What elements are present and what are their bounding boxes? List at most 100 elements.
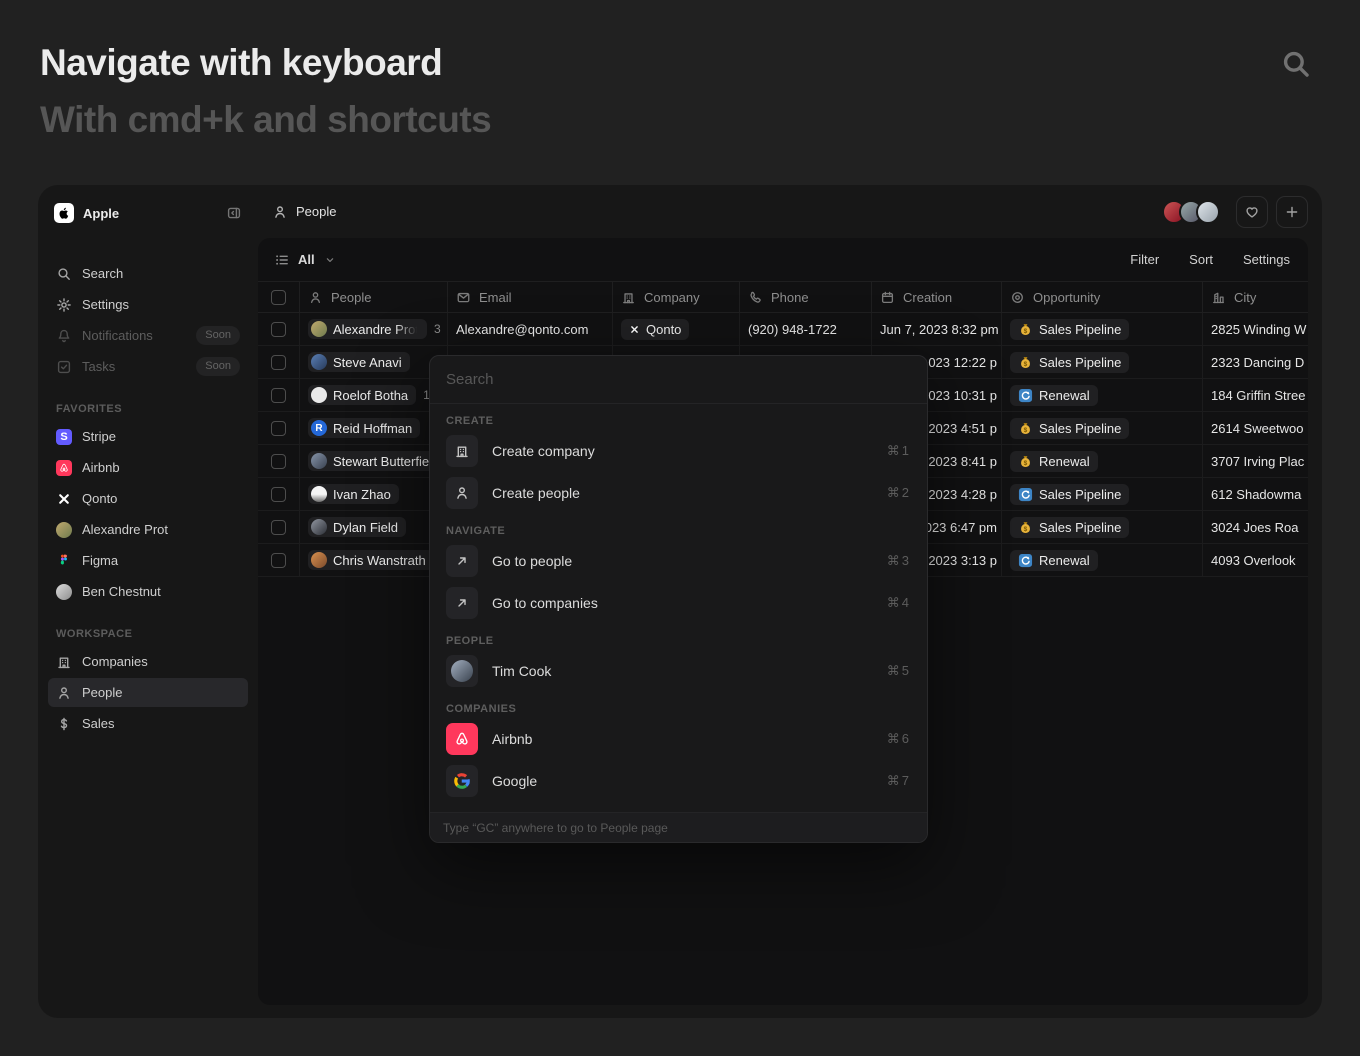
table-row[interactable]: Alexandre Prot 3 Alexandre@qonto.com Qont… (258, 313, 1308, 346)
email-cell[interactable]: Alexandre@qonto.com (448, 313, 613, 345)
company-cell[interactable]: Qonto (613, 313, 740, 345)
topbar: People (258, 185, 1322, 238)
person-chip[interactable]: RReid Hoffman (308, 418, 420, 438)
row-checkbox[interactable] (271, 454, 286, 469)
row-checkbox[interactable] (271, 553, 286, 568)
row-checkbox[interactable] (271, 520, 286, 535)
creation-cell[interactable]: Jun 7, 2023 8:32 pm (872, 313, 1002, 345)
opportunity-chip[interactable]: Renewal (1010, 550, 1098, 571)
opportunity-chip[interactable]: Sales Pipeline (1010, 352, 1129, 373)
command-search-input[interactable] (446, 371, 911, 388)
row-checkbox[interactable] (271, 322, 286, 337)
column-header-opportunity[interactable]: Opportunity (1002, 282, 1203, 312)
opportunity-cell[interactable]: Renewal (1002, 544, 1203, 576)
column-header-creation[interactable]: Creation (872, 282, 1002, 312)
column-header-company[interactable]: Company (613, 282, 740, 312)
city-cell[interactable]: 3707 Irving Plac (1203, 445, 1308, 477)
renewal-icon (1018, 388, 1033, 403)
column-header-people[interactable]: People (300, 282, 448, 312)
opportunity-chip[interactable]: Sales Pipeline (1010, 484, 1129, 505)
money-bag-icon (1018, 322, 1033, 337)
member-avatars[interactable] (1162, 200, 1220, 224)
opportunity-chip[interactable]: Sales Pipeline (1010, 418, 1129, 439)
opportunity-cell[interactable]: Renewal (1002, 379, 1203, 411)
command-item-create-company[interactable]: Create company ⌘1 (430, 430, 927, 472)
shortcut-badge: ⌘4 (887, 595, 911, 611)
sidebar-item-label: Settings (82, 297, 129, 312)
command-item-google[interactable]: Google ⌘7 (430, 760, 927, 802)
opportunity-chip[interactable]: Sales Pipeline (1010, 517, 1129, 538)
city-cell[interactable]: 4093 Overlook (1203, 544, 1308, 576)
opportunity-chip[interactable]: Renewal (1010, 451, 1098, 472)
avatar (311, 321, 327, 337)
phone-cell[interactable]: (920) 948-1722 (740, 313, 872, 345)
command-item-go-to-people[interactable]: Go to people ⌘3 (430, 540, 927, 582)
sidebar-item-label: Notifications (82, 328, 153, 343)
sort-button[interactable]: Sort (1189, 252, 1213, 267)
opportunity-cell[interactable]: Sales Pipeline (1002, 478, 1203, 510)
add-button[interactable] (1276, 196, 1308, 228)
row-checkbox[interactable] (271, 355, 286, 370)
column-header-phone[interactable]: Phone (740, 282, 872, 312)
sidebar-item-companies[interactable]: Companies (48, 647, 248, 676)
city-cell[interactable]: 2825 Winding W (1203, 313, 1308, 345)
avatar (56, 584, 72, 600)
settings-button[interactable]: Settings (1243, 252, 1290, 267)
sidebar-item-qonto[interactable]: Qonto (48, 484, 248, 513)
sidebar-item-figma[interactable]: Figma (48, 546, 248, 575)
row-checkbox[interactable] (271, 487, 286, 502)
sidebar-item-label: Stripe (82, 429, 116, 444)
person-chip[interactable]: Stewart Butterfield (308, 451, 439, 471)
global-search-icon[interactable] (1279, 47, 1313, 81)
avatar (311, 354, 327, 370)
city-cell[interactable]: 3024 Joes Roa (1203, 511, 1308, 543)
sidebar-item-airbnb[interactable]: Airbnb (48, 453, 248, 482)
sidebar-item-ben-chestnut[interactable]: Ben Chestnut (48, 577, 248, 606)
person-chip[interactable]: Chris Wanstrath (308, 550, 434, 570)
opportunity-chip[interactable]: Sales Pipeline (1010, 319, 1129, 340)
sidebar-item-people[interactable]: People (48, 678, 248, 707)
command-menu: CREATE Create company ⌘1 Create people ⌘… (429, 355, 928, 843)
sidebar-item-settings[interactable]: Settings (48, 290, 248, 319)
select-all-checkbox[interactable] (271, 290, 286, 305)
city-cell[interactable]: 2323 Dancing D (1203, 346, 1308, 378)
command-section-label: NAVIGATE (430, 514, 927, 540)
command-item-airbnb[interactable]: Airbnb ⌘6 (430, 718, 927, 760)
column-header-city[interactable]: City (1203, 282, 1308, 312)
workspace-switcher[interactable]: Apple (48, 199, 248, 227)
row-checkbox[interactable] (271, 388, 286, 403)
comment-count: 3 (434, 322, 448, 336)
sidebar-item-alexandre-prot[interactable]: Alexandre Prot (48, 515, 248, 544)
city-cell[interactable]: 612 Shadowma (1203, 478, 1308, 510)
company-chip[interactable]: Qonto (621, 319, 689, 340)
sidebar-item-stripe[interactable]: S Stripe (48, 422, 248, 451)
favorites-section-label: FAVORITES (56, 403, 240, 415)
command-item-tim-cook[interactable]: Tim Cook ⌘5 (430, 650, 927, 692)
person-chip[interactable]: Alexandre Prot (308, 319, 427, 339)
opportunity-cell[interactable]: Renewal (1002, 445, 1203, 477)
city-cell[interactable]: 2614 Sweetwoo (1203, 412, 1308, 444)
opportunity-cell[interactable]: Sales Pipeline (1002, 412, 1203, 444)
column-header-email[interactable]: Email (448, 282, 613, 312)
phone-icon (748, 290, 763, 305)
person-chip[interactable]: Roelof Botha (308, 385, 416, 405)
command-item-go-to-companies[interactable]: Go to companies ⌘4 (430, 582, 927, 624)
opportunity-chip[interactable]: Renewal (1010, 385, 1098, 406)
city-cell[interactable]: 184 Griffin Stree (1203, 379, 1308, 411)
opportunity-cell[interactable]: Sales Pipeline (1002, 313, 1203, 345)
command-item-create-people[interactable]: Create people ⌘2 (430, 472, 927, 514)
sidebar-item-sales[interactable]: Sales (48, 709, 248, 738)
person-chip[interactable]: Steve Anavi (308, 352, 410, 372)
collapse-sidebar-icon[interactable] (226, 205, 242, 221)
favorite-button[interactable] (1236, 196, 1268, 228)
filter-button[interactable]: Filter (1130, 252, 1159, 267)
shortcut-badge: ⌘3 (887, 553, 911, 569)
row-checkbox[interactable] (271, 421, 286, 436)
avatar (311, 519, 327, 535)
opportunity-cell[interactable]: Sales Pipeline (1002, 346, 1203, 378)
person-chip[interactable]: Dylan Field (308, 517, 406, 537)
person-chip[interactable]: Ivan Zhao (308, 484, 399, 504)
sidebar-item-search[interactable]: Search (48, 259, 248, 288)
view-switcher[interactable]: All (274, 252, 337, 268)
opportunity-cell[interactable]: Sales Pipeline (1002, 511, 1203, 543)
